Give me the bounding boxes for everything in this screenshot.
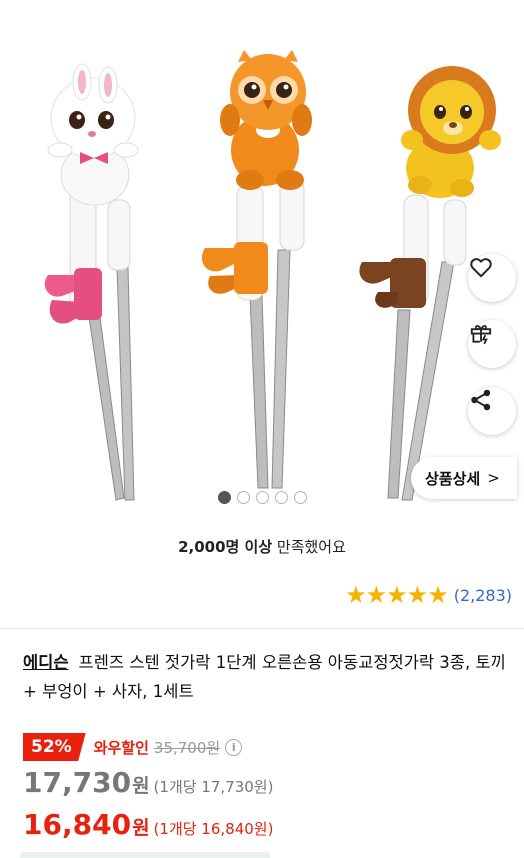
regular-unit-price: (1개당 17,730원) [153, 778, 274, 796]
star-icon: ★ [345, 581, 367, 609]
wow-unit-price: (1개당 16,840원) [153, 820, 274, 838]
wow-discount-label: 와우할인 [93, 738, 149, 757]
pagination-dot-active[interactable] [218, 491, 231, 504]
review-count-link[interactable]: (2,283) [454, 586, 512, 605]
share-button[interactable] [468, 387, 516, 435]
regular-price-row: 17,730 원 (1개당 17,730원) [23, 766, 273, 799]
wow-price-currency: 원 [132, 817, 150, 839]
regular-price-currency: 원 [132, 775, 150, 797]
original-price: 35,700원 [153, 738, 221, 757]
share-icon [471, 389, 491, 411]
star-icon: ★ [406, 581, 429, 609]
star-icon: ★ [427, 581, 449, 609]
gift-icon [470, 325, 492, 345]
discount-badge: 52% [23, 733, 86, 761]
product-detail-button[interactable]: 상품상세 > [411, 457, 517, 499]
image-pagination [218, 491, 307, 504]
gift-button[interactable] [468, 320, 516, 368]
product-title: 에디슨 프렌즈 스텐 젓가락 1단계 오른손용 아동교정젓가락 3종, 토끼 + … [23, 648, 513, 706]
info-icon[interactable]: i [225, 738, 243, 756]
rabbit-chopsticks [44, 63, 139, 501]
wow-price-row: 16,840 원 (1개당 16,840원) [23, 808, 273, 841]
rating-summary[interactable]: ★ ★ ★ ★ ★ (2,283) [345, 583, 512, 607]
bottom-banner-edge [20, 852, 270, 858]
satisfaction-text: 2,000명 이상 만족했어요 [0, 536, 524, 557]
chopsticks-illustration [44, 50, 501, 501]
wishlist-button[interactable] [468, 254, 516, 302]
pagination-dot[interactable] [294, 491, 307, 504]
discount-row: 52% 와우할인 35,700원 i [23, 733, 243, 761]
product-detail-label: 상품상세 [425, 469, 481, 488]
wow-price: 16,840 [23, 808, 132, 841]
star-icon: ★ [365, 581, 388, 609]
owl-chopsticks [201, 50, 312, 489]
satisfaction-suffix: 만족했어요 [272, 538, 346, 556]
product-name: 프렌즈 스텐 젓가락 1단계 오른손용 아동교정젓가락 3종, 토끼 + 부엉이… [23, 653, 506, 701]
heart-icon [470, 258, 492, 278]
product-image[interactable]: 상품상세 > [0, 0, 524, 515]
satisfaction-count: 2,000명 이상 [178, 538, 273, 556]
brand-link[interactable]: 에디슨 [23, 653, 69, 672]
regular-price: 17,730 [23, 766, 132, 799]
section-divider [0, 628, 524, 629]
pagination-dot[interactable] [275, 491, 288, 504]
star-icon: ★ [386, 581, 408, 609]
pagination-dot[interactable] [256, 491, 269, 504]
pagination-dot[interactable] [237, 491, 250, 504]
chevron-right-icon: > [487, 469, 500, 487]
